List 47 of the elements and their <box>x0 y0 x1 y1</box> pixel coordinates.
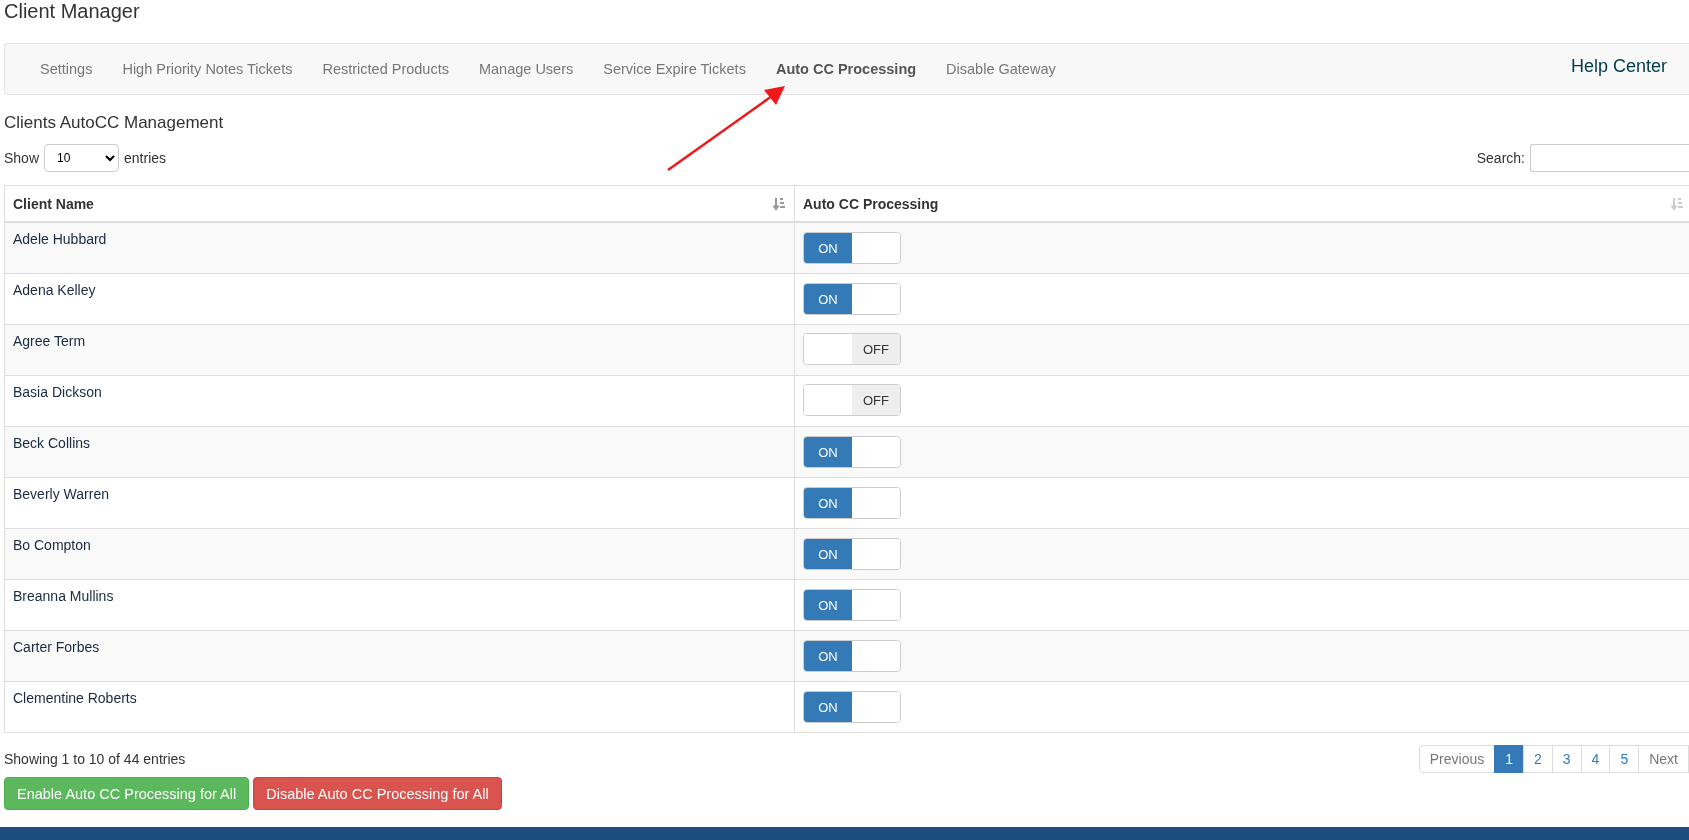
page-link[interactable]: 2 <box>1523 745 1553 773</box>
nav-tab[interactable]: Auto CC Processing <box>760 61 932 77</box>
disable-all-button[interactable]: Disable Auto CC Processing for All <box>253 777 502 810</box>
toggle-switch[interactable]: OFF <box>803 333 901 365</box>
client-name-cell: Agree Term <box>4 324 795 376</box>
client-name-cell: Carter Forbes <box>4 630 795 682</box>
toggle-switch[interactable]: ON <box>803 283 901 315</box>
search-label: Search: <box>1476 150 1525 166</box>
page-link[interactable]: 4 <box>1580 745 1611 773</box>
toggle-switch[interactable]: ON <box>803 538 901 570</box>
nav-tab[interactable]: Manage Users <box>463 61 589 77</box>
client-name-cell: Beverly Warren <box>4 477 795 529</box>
toggle-switch[interactable]: ON <box>803 487 901 519</box>
pagination-link[interactable]: Previous <box>1418 745 1496 773</box>
toggle-switch[interactable]: ON <box>803 691 901 723</box>
nav-tab[interactable]: Disable Gateway <box>931 61 1071 77</box>
entries-label: entries <box>124 150 167 166</box>
search-field[interactable] <box>1530 144 1689 172</box>
page-link[interactable]: 1 <box>1494 745 1524 773</box>
toggle-switch[interactable]: ON <box>803 589 901 621</box>
client-name-cell: Bo Compton <box>4 528 795 580</box>
client-name-cell: Clementine Roberts <box>4 681 795 733</box>
entries-select[interactable]: 10 <box>44 144 120 172</box>
client-name-cell: Beck Collins <box>4 426 795 478</box>
client-name-cell: Breanna Mullins <box>4 579 795 631</box>
nav-tab[interactable]: Settings <box>25 61 108 77</box>
client-name-cell: Adele Hubbard <box>4 222 795 274</box>
help-center-link[interactable]: Help Center <box>1570 56 1667 77</box>
toggle-switch[interactable]: ON <box>803 436 901 468</box>
enable-all-button[interactable]: Enable Auto CC Processing for All <box>4 777 250 810</box>
table-info: Showing 1 to 10 of 44 entries <box>4 751 186 767</box>
page-link[interactable]: 3 <box>1551 745 1582 773</box>
nav-tab[interactable]: High Priority Notes Tickets <box>107 61 308 77</box>
sort-icon[interactable] <box>1671 196 1684 211</box>
sort-icon[interactable] <box>773 196 786 211</box>
nav-tab[interactable]: Restricted Products <box>307 61 464 77</box>
toggle-switch[interactable]: ON <box>803 640 901 672</box>
client-name-cell: Adena Kelley <box>4 273 795 325</box>
nav-tab[interactable]: Service Expire Tickets <box>588 61 761 77</box>
toggle-switch[interactable]: ON <box>803 232 901 264</box>
section-title: Clients AutoCC Management <box>4 113 225 133</box>
toggle-switch[interactable]: OFF <box>803 384 901 416</box>
client-name-cell: Basia Dickson <box>4 375 795 427</box>
page-link[interactable]: 5 <box>1609 745 1640 773</box>
show-label: Show <box>4 150 40 166</box>
page-title: Client Manager <box>4 0 141 24</box>
pagination-link[interactable]: Next <box>1638 745 1689 773</box>
